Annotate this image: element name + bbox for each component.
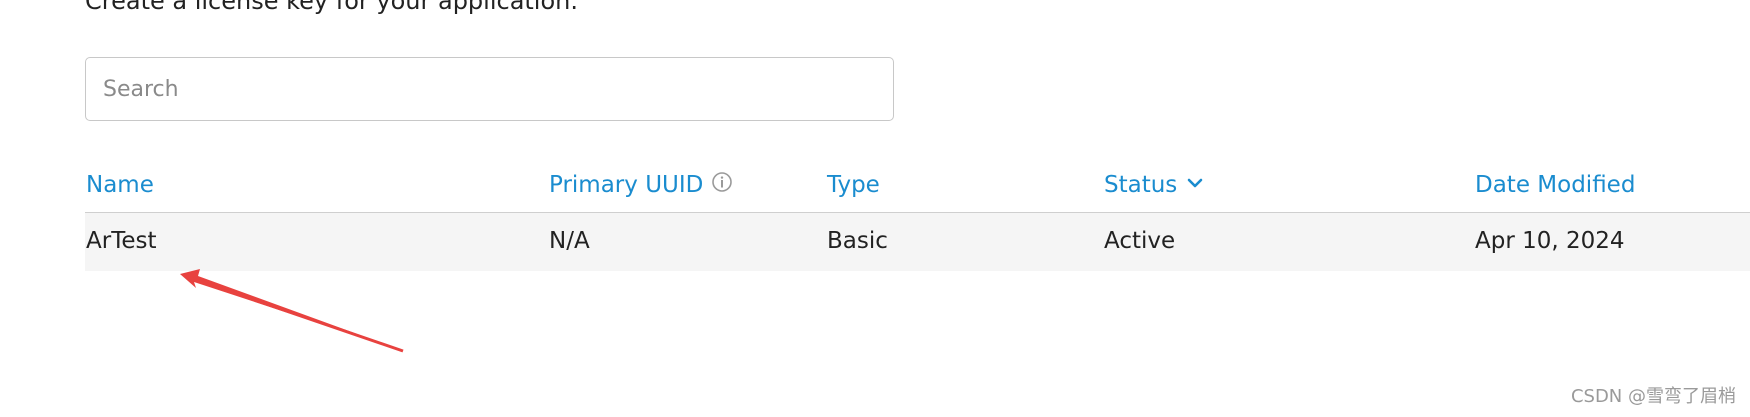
column-header-name[interactable]: Name	[86, 170, 154, 200]
column-header-date-modified[interactable]: Date Modified	[1475, 170, 1635, 200]
page-subtitle: Create a license key for your applicatio…	[85, 0, 578, 15]
cell-type: Basic	[827, 228, 888, 254]
chevron-down-icon[interactable]	[1185, 171, 1205, 201]
search-input[interactable]	[85, 57, 894, 121]
column-header-type-label: Type	[827, 172, 880, 198]
column-header-name-label: Name	[86, 172, 154, 198]
watermark: CSDN @雪弯了眉梢	[1570, 386, 1736, 407]
column-header-date-modified-label: Date Modified	[1475, 172, 1636, 198]
column-header-status-label: Status	[1104, 172, 1178, 198]
column-header-type[interactable]: Type	[827, 170, 880, 200]
cell-name[interactable]: ArTest	[86, 226, 156, 256]
cell-primary-uuid: N/A	[549, 228, 590, 254]
page: Create a license key for your applicatio…	[0, 0, 1750, 417]
table-header: Name Primary UUID Type Status Date Modif…	[85, 168, 1750, 213]
table-row[interactable]: ArTest N/A Basic Active Apr 10, 2024	[85, 213, 1750, 271]
column-header-primary-uuid-label: Primary UUID	[549, 172, 704, 198]
column-header-status[interactable]: Status	[1104, 170, 1205, 201]
info-icon[interactable]	[711, 171, 733, 201]
column-header-primary-uuid[interactable]: Primary UUID	[549, 170, 733, 201]
cell-date-modified: Apr 10, 2024	[1475, 228, 1625, 254]
cell-status: Active	[1104, 228, 1176, 254]
